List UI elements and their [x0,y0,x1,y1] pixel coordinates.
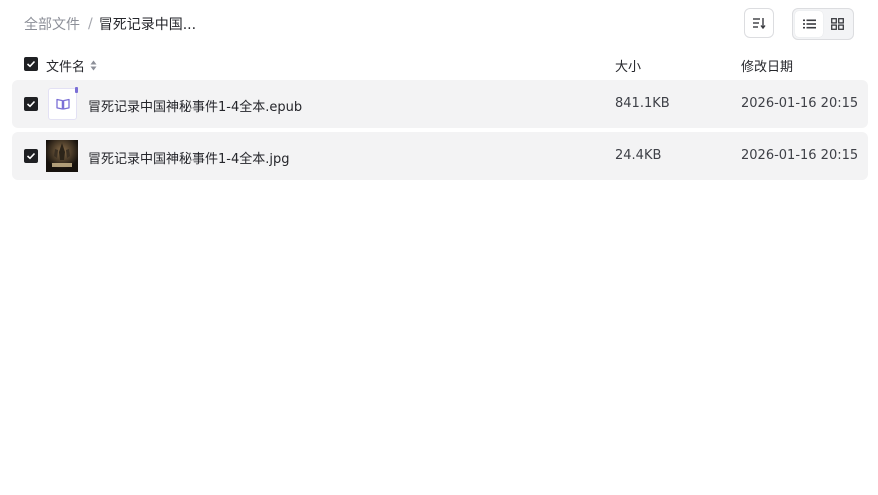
sort-toggle-icon[interactable] [90,60,97,71]
table-header: 文件名 大小 修改日期 [12,50,868,78]
checkmark-icon [26,60,36,68]
sort-lines-icon [753,18,766,29]
list-view-button[interactable] [795,11,823,37]
table-row[interactable]: 冒死记录中国神秘事件1-4全本.jpg 24.4KB 2026-01-16 20… [12,132,868,180]
breadcrumb-current-folder: 冒死记录中国... [98,17,197,33]
breadcrumb-separator: / [88,16,93,32]
name-column-label: 文件名 [46,60,86,75]
file-browser: 全部文件 / 冒死记录中国... 文件名 大小 修改日期 冒死记录中国神秘事件1… [0,0,878,495]
row-checkbox[interactable] [24,97,38,111]
view-mode-switch [792,8,854,40]
ebook-icon [48,87,78,120]
file-date: 2026-01-16 20:15 [741,96,859,111]
grid-view-button[interactable] [823,11,851,37]
name-column-header[interactable]: 文件名 [46,56,97,75]
file-name[interactable]: 冒死记录中国神秘事件1-4全本.epub [88,96,302,115]
size-column-header[interactable]: 大小 [615,56,641,75]
sort-button[interactable] [744,8,774,38]
row-checkbox[interactable] [24,149,38,163]
grid-view-icon [830,18,844,30]
breadcrumb: 全部文件 / 冒死记录中国... [24,14,196,34]
table-row[interactable]: 冒死记录中国神秘事件1-4全本.epub 841.1KB 2026-01-16 … [12,80,868,128]
image-thumbnail [46,140,78,172]
file-size: 24.4KB [615,148,662,163]
file-date: 2026-01-16 20:15 [741,148,859,163]
select-all-checkbox[interactable] [24,57,38,71]
file-name[interactable]: 冒死记录中国神秘事件1-4全本.jpg [88,148,289,167]
checkmark-icon [26,152,36,160]
breadcrumb-root-link[interactable]: 全部文件 [24,14,80,34]
list-view-icon [802,19,816,29]
corner-bookmark [75,87,78,93]
file-size: 841.1KB [615,96,670,111]
checkmark-icon [26,100,36,108]
date-column-header[interactable]: 修改日期 [741,56,793,75]
